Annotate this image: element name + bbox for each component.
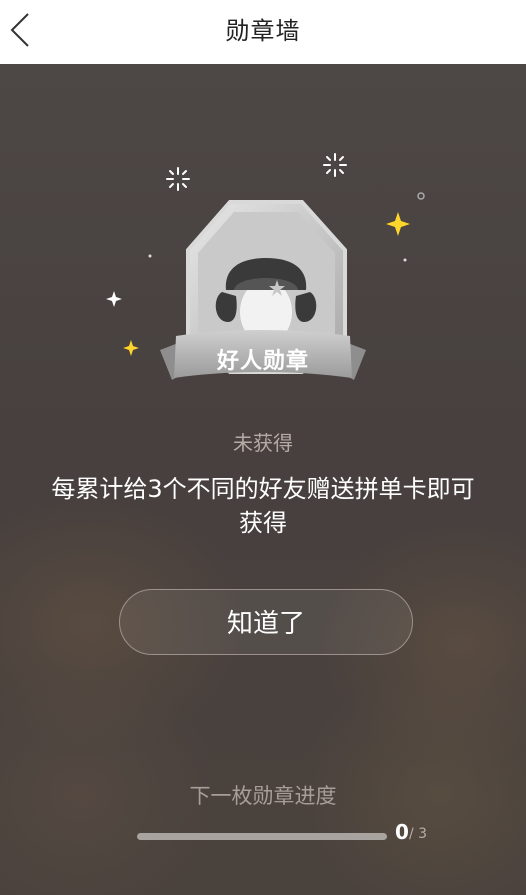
page-title: 勋章墙 bbox=[225, 17, 301, 45]
next-badge-progress-title: 下一枚勋章进度 bbox=[189, 784, 337, 808]
got-it-button[interactable]: 知道了 bbox=[119, 589, 413, 655]
badge-status: 未获得 bbox=[233, 431, 293, 455]
progress-current: 0 bbox=[395, 820, 409, 844]
badge-description: 每累计给3个不同的好友赠送拼单卡即可获得 bbox=[51, 475, 475, 537]
progress-total: / 3 bbox=[409, 826, 428, 842]
nav-bar: 勋章墙 bbox=[0, 0, 526, 65]
sparkle-icon bbox=[166, 153, 347, 191]
badge-name: 好人勋章 bbox=[216, 349, 309, 374]
progress-bar bbox=[137, 833, 387, 840]
star-sparkle-icon bbox=[386, 212, 410, 236]
